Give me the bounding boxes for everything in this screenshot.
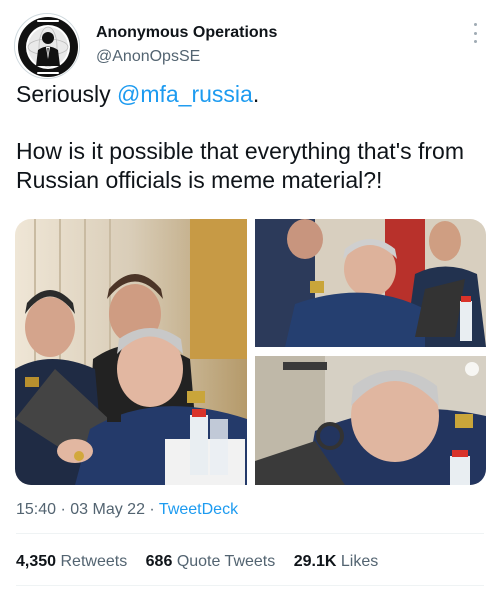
tweet-meta: 15:40 · 03 May 22 · TweetDeck bbox=[16, 500, 238, 520]
retweets-stat[interactable]: 4,350 Retweets bbox=[16, 553, 127, 570]
tweet-text: Seriously @mfa_russia. How is it possibl… bbox=[16, 80, 488, 195]
meta-separator: · bbox=[144, 501, 159, 518]
tweet-line-2: How is it possible that everything that'… bbox=[16, 138, 464, 193]
quote-tweets-stat[interactable]: 686 Quote Tweets bbox=[146, 553, 276, 570]
author-display-name[interactable]: Anonymous Operations bbox=[96, 23, 277, 43]
quote-tweets-label: Quote Tweets bbox=[176, 553, 276, 570]
retweets-count: 4,350 bbox=[16, 553, 57, 570]
anonymous-logo-icon bbox=[15, 14, 79, 78]
divider bbox=[16, 585, 484, 586]
photo-official-closeup[interactable] bbox=[255, 356, 486, 485]
media-grid bbox=[15, 219, 486, 485]
meta-separator: · bbox=[56, 501, 71, 518]
photo-officials-laptop[interactable] bbox=[15, 219, 247, 485]
tweet-text-suffix: . bbox=[252, 81, 260, 107]
tweet-text-prefix: Seriously bbox=[16, 81, 117, 107]
more-options-icon[interactable] bbox=[470, 23, 480, 43]
mention-link[interactable]: @mfa_russia bbox=[117, 81, 253, 107]
retweets-label: Retweets bbox=[60, 553, 128, 570]
tweet-header: Anonymous Operations @AnonOpsSE bbox=[14, 13, 486, 79]
author-handle[interactable]: @AnonOpsSE bbox=[96, 47, 277, 67]
likes-stat[interactable]: 29.1K Likes bbox=[294, 553, 379, 570]
tweet-time[interactable]: 15:40 bbox=[16, 501, 56, 518]
avatar[interactable] bbox=[14, 13, 80, 79]
divider bbox=[16, 533, 484, 534]
tweet-date[interactable]: 03 May 22 bbox=[70, 501, 145, 518]
likes-count: 29.1K bbox=[293, 553, 337, 570]
likes-label: Likes bbox=[340, 553, 379, 570]
tweet-source-link[interactable]: TweetDeck bbox=[159, 501, 238, 518]
tweet-line-1: Seriously @mfa_russia. bbox=[16, 80, 488, 109]
quote-tweets-count: 686 bbox=[145, 553, 173, 570]
photo-official-zoom[interactable] bbox=[255, 219, 486, 347]
tweet-stats: 4,350 Retweets 686 Quote Tweets 29.1K Li… bbox=[16, 552, 392, 572]
